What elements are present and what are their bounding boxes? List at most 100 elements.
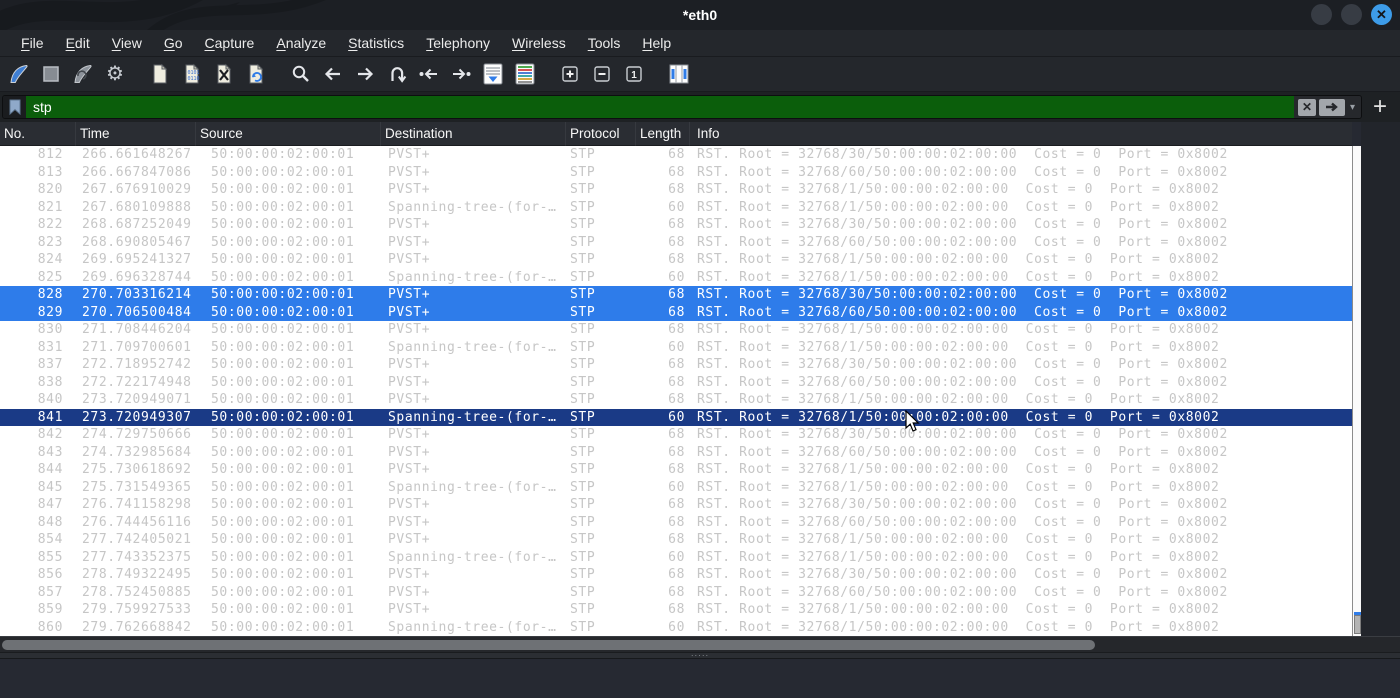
packet-row[interactable]: 842 274.729750666 50:00:00:02:00:01 PVST… bbox=[0, 426, 1352, 444]
cell-destination: PVST+ bbox=[388, 304, 431, 320]
filter-clear-button[interactable]: ✕ bbox=[1297, 98, 1316, 116]
cell-length: 68 bbox=[668, 444, 685, 460]
filter-apply-button[interactable] bbox=[1318, 98, 1345, 116]
zoom-out-icon[interactable] bbox=[587, 60, 617, 89]
capture-restart-fin-icon[interactable] bbox=[68, 60, 98, 89]
cell-length: 68 bbox=[668, 182, 685, 197]
packet-row[interactable]: 820 267.676910029 50:00:00:02:00:01 PVST… bbox=[0, 181, 1352, 199]
resize-columns-icon[interactable] bbox=[664, 60, 694, 89]
go-forward-icon[interactable] bbox=[350, 60, 380, 89]
capture-options-gear-icon[interactable]: ⚙ bbox=[100, 60, 130, 89]
packet-row[interactable]: 838 272.722174948 50:00:00:02:00:01 PVST… bbox=[0, 374, 1352, 392]
close-button[interactable]: ✕ bbox=[1371, 4, 1392, 25]
capture-start-fin-icon[interactable] bbox=[4, 60, 34, 89]
packet-row[interactable]: 856 278.749322495 50:00:00:02:00:01 PVST… bbox=[0, 566, 1352, 584]
go-back-icon[interactable] bbox=[318, 60, 348, 89]
packet-row[interactable]: 830 271.708446204 50:00:00:02:00:01 PVST… bbox=[0, 321, 1352, 339]
packet-row[interactable]: 813 266.667847086 50:00:00:02:00:01 PVST… bbox=[0, 164, 1352, 182]
menu-item-edit[interactable]: Edit bbox=[55, 30, 101, 57]
file-save-icon[interactable]: 0101 0110 bbox=[177, 60, 207, 89]
packet-rows: 812 266.661648267 50:00:00:02:00:01 PVST… bbox=[0, 146, 1352, 636]
packet-row[interactable]: 825 269.696328744 50:00:00:02:00:01 Span… bbox=[0, 269, 1352, 287]
zoom-in-icon[interactable] bbox=[555, 60, 585, 89]
menu-item-statistics[interactable]: Statistics bbox=[337, 30, 415, 57]
menu-item-help[interactable]: Help bbox=[631, 30, 682, 57]
auto-scroll-icon[interactable] bbox=[478, 60, 508, 89]
cell-time: 273.720949071 bbox=[82, 392, 192, 407]
cell-no: 842 bbox=[37, 427, 63, 442]
packet-row[interactable]: 840 273.720949071 50:00:00:02:00:01 PVST… bbox=[0, 391, 1352, 409]
file-reload-icon[interactable] bbox=[241, 60, 271, 89]
menu-item-capture[interactable]: Capture bbox=[194, 30, 266, 57]
column-header-destination[interactable]: Destination bbox=[381, 122, 566, 146]
packet-row[interactable]: 843 274.732985684 50:00:00:02:00:01 PVST… bbox=[0, 444, 1352, 462]
apply-arrow-icon bbox=[1325, 102, 1338, 112]
packet-row[interactable]: 848 276.744456116 50:00:00:02:00:01 PVST… bbox=[0, 514, 1352, 532]
menu-item-analyze[interactable]: Analyze bbox=[265, 30, 337, 57]
packet-row[interactable]: 859 279.759927533 50:00:00:02:00:01 PVST… bbox=[0, 601, 1352, 619]
cell-protocol: STP bbox=[570, 444, 596, 460]
column-header-time[interactable]: Time bbox=[76, 122, 196, 146]
horizontal-scrollbar-thumb[interactable] bbox=[2, 640, 1095, 650]
maximize-button[interactable] bbox=[1341, 4, 1362, 25]
find-packet-icon[interactable] bbox=[286, 60, 316, 89]
packet-row[interactable]: 822 268.687252049 50:00:00:02:00:01 PVST… bbox=[0, 216, 1352, 234]
packet-row[interactable]: 837 272.718952742 50:00:00:02:00:01 PVST… bbox=[0, 356, 1352, 374]
packet-row[interactable]: 845 275.731549365 50:00:00:02:00:01 Span… bbox=[0, 479, 1352, 497]
minimize-button[interactable] bbox=[1311, 4, 1332, 25]
cell-protocol: STP bbox=[570, 339, 596, 355]
vertical-scrollbar-thumb[interactable] bbox=[1354, 615, 1361, 634]
file-close-icon[interactable] bbox=[209, 60, 239, 89]
packet-row[interactable]: 854 277.742405021 50:00:00:02:00:01 PVST… bbox=[0, 531, 1352, 549]
cell-source: 50:00:00:02:00:01 bbox=[211, 147, 355, 162]
column-header-protocol[interactable]: Protocol bbox=[566, 122, 636, 146]
packet-row[interactable]: 824 269.695241327 50:00:00:02:00:01 PVST… bbox=[0, 251, 1352, 269]
column-header-no[interactable]: No. bbox=[0, 122, 76, 146]
filter-bookmark-button[interactable] bbox=[3, 96, 26, 118]
go-to-packet-icon[interactable] bbox=[382, 60, 412, 89]
cell-protocol: STP bbox=[570, 602, 596, 617]
menu-item-tools[interactable]: Tools bbox=[577, 30, 632, 57]
cell-info: RST. Root = 32768/1/50:00:00:02:00:00 Co… bbox=[697, 269, 1220, 285]
cell-source: 50:00:00:02:00:01 bbox=[211, 392, 355, 407]
packet-row[interactable]: 855 277.743352375 50:00:00:02:00:01 Span… bbox=[0, 549, 1352, 567]
menu-item-go[interactable]: Go bbox=[153, 30, 194, 57]
cell-time: 275.730618692 bbox=[82, 462, 192, 477]
cell-info: RST. Root = 32768/1/50:00:00:02:00:00 Co… bbox=[697, 182, 1220, 197]
go-first-packet-icon[interactable] bbox=[414, 60, 444, 89]
packet-row[interactable]: 831 271.709700601 50:00:00:02:00:01 Span… bbox=[0, 339, 1352, 357]
cell-time: 274.732985684 bbox=[82, 444, 192, 460]
horizontal-scrollbar[interactable] bbox=[0, 636, 1400, 652]
filter-text[interactable]: stp bbox=[26, 96, 1294, 118]
packet-row[interactable]: 857 278.752450885 50:00:00:02:00:01 PVST… bbox=[0, 584, 1352, 602]
vertical-scrollbar[interactable] bbox=[1352, 146, 1361, 636]
menu-item-wireless[interactable]: Wireless bbox=[501, 30, 577, 57]
packet-row[interactable]: 841 273.720949307 50:00:00:02:00:01 Span… bbox=[0, 408, 1352, 426]
cell-time: 267.676910029 bbox=[82, 182, 192, 197]
display-filter-input[interactable]: stp ✕ ▾ bbox=[2, 95, 1362, 119]
filter-dropdown-caret[interactable]: ▾ bbox=[1348, 102, 1357, 113]
go-last-packet-icon[interactable] bbox=[446, 60, 476, 89]
packet-row[interactable]: 860 279.762668842 50:00:00:02:00:01 Span… bbox=[0, 619, 1352, 637]
menu-item-telephony[interactable]: Telephony bbox=[415, 30, 501, 57]
column-header-length[interactable]: Length bbox=[636, 122, 690, 146]
add-filter-button[interactable]: + bbox=[1362, 93, 1398, 121]
colorize-icon[interactable] bbox=[510, 60, 540, 89]
packet-row[interactable]: 847 276.741158298 50:00:00:02:00:01 PVST… bbox=[0, 496, 1352, 514]
capture-stop-icon[interactable] bbox=[36, 60, 66, 89]
file-open-icon[interactable] bbox=[145, 60, 175, 89]
packet-row[interactable]: 844 275.730618692 50:00:00:02:00:01 PVST… bbox=[0, 461, 1352, 479]
column-header-source[interactable]: Source bbox=[196, 122, 381, 146]
zoom-normal-icon[interactable]: 1 bbox=[619, 60, 649, 89]
packet-row[interactable]: 812 266.661648267 50:00:00:02:00:01 PVST… bbox=[0, 146, 1352, 164]
packet-row[interactable]: 828 270.703316214 50:00:00:02:00:01 PVST… bbox=[0, 286, 1352, 304]
toolbar: ⚙ 0101 0110 1 bbox=[0, 57, 1400, 92]
packet-row[interactable]: 821 267.680109888 50:00:00:02:00:01 Span… bbox=[0, 199, 1352, 217]
column-header-info[interactable]: Info bbox=[690, 122, 1352, 146]
cell-protocol: STP bbox=[570, 567, 596, 582]
menu-item-file[interactable]: File bbox=[10, 30, 55, 57]
menu-item-view[interactable]: View bbox=[101, 30, 153, 57]
packet-row[interactable]: 823 268.690805467 50:00:00:02:00:01 PVST… bbox=[0, 234, 1352, 252]
cell-destination: Spanning-tree-(for-… bbox=[388, 549, 557, 565]
packet-row[interactable]: 829 270.706500484 50:00:00:02:00:01 PVST… bbox=[0, 303, 1352, 321]
